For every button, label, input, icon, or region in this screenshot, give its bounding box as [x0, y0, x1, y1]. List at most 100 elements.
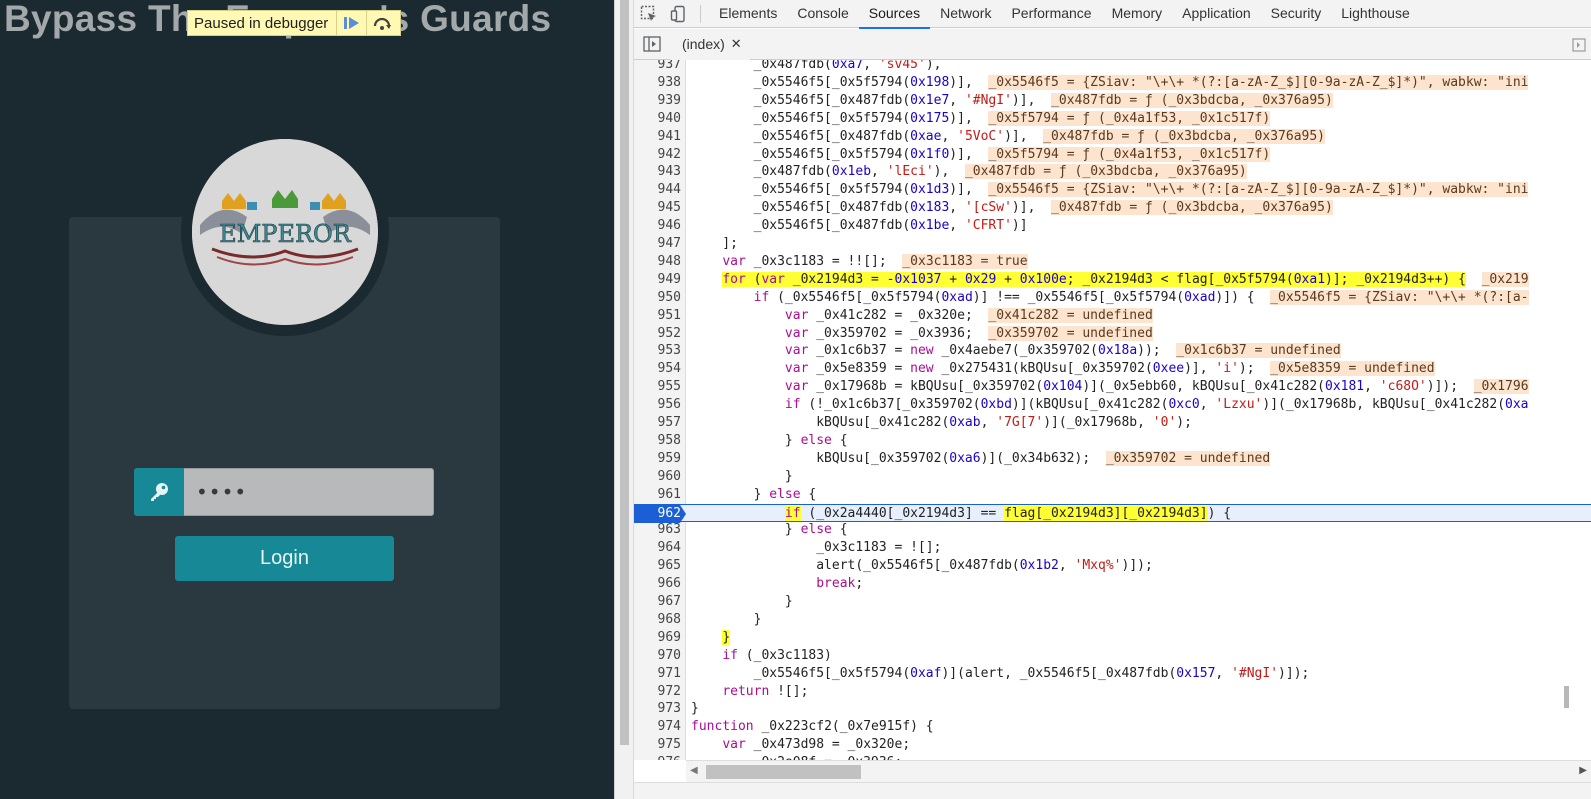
password-input[interactable]: ••••: [184, 468, 434, 516]
line-number[interactable]: 943: [634, 163, 681, 181]
line-number[interactable]: 956: [634, 396, 681, 414]
tab-application[interactable]: Application: [1172, 0, 1261, 28]
code-text: }: [691, 594, 793, 609]
line-number[interactable]: 968: [634, 611, 681, 629]
line-number[interactable]: 962: [634, 505, 681, 523]
code-editor[interactable]: 937 _0x487fdb(0xa7, 'sv45'), 938 _0x5546f…: [634, 60, 1591, 760]
code-vertical-scrollbar-thumb[interactable]: [1564, 686, 1569, 708]
step-over-icon: [373, 17, 391, 30]
code-line: 972 return ![];: [634, 683, 1591, 701]
line-number[interactable]: 963: [634, 521, 681, 539]
code-line: 953 var _0x1c6b37 = new _0x4aebe7(_0x359…: [634, 342, 1591, 360]
tab-security[interactable]: Security: [1261, 0, 1332, 28]
code-line: 961 } else {: [634, 486, 1591, 504]
toggle-debugger-button[interactable]: [1567, 31, 1591, 59]
line-number[interactable]: 966: [634, 575, 681, 593]
code-text: function _0x223cf2(_0x7e915f) {: [691, 719, 934, 735]
line-number[interactable]: 939: [634, 92, 681, 110]
code-line: 940 _0x5546f5[_0x5f5794(0x175)], _0x5f57…: [634, 110, 1591, 128]
code-text: if (_0x2a4440[_0x2194d3] == flag[_0x2194…: [784, 505, 1232, 521]
line-number[interactable]: 938: [634, 74, 681, 92]
line-number[interactable]: 970: [634, 647, 681, 665]
scroll-right-arrow-icon[interactable]: ▶: [1579, 765, 1587, 776]
line-number[interactable]: 945: [634, 199, 681, 217]
line-number[interactable]: 976: [634, 754, 681, 760]
line-number[interactable]: 949: [634, 271, 681, 289]
code-text: ];: [691, 236, 738, 251]
tab-performance[interactable]: Performance: [1001, 0, 1101, 28]
code-line: 951 var _0x41c282 = _0x320e; _0x41c282 =…: [634, 307, 1591, 325]
file-tab-index[interactable]: (index) ✕: [670, 28, 750, 60]
code-text: _0x5546f5[_0x5f5794(0x175)], _0x5f5794 =…: [691, 110, 1271, 126]
code-horizontal-scrollbar[interactable]: ◀ ▶: [686, 760, 1591, 782]
line-number[interactable]: 941: [634, 128, 681, 146]
line-number[interactable]: 952: [634, 325, 681, 343]
line-number[interactable]: 957: [634, 414, 681, 432]
inspect-element-button[interactable]: [634, 0, 664, 28]
line-number[interactable]: 960: [634, 468, 681, 486]
line-number[interactable]: 967: [634, 593, 681, 611]
paused-label: Paused in debugger: [194, 14, 329, 32]
line-number[interactable]: 958: [634, 432, 681, 450]
page-scrollbar[interactable]: [614, 0, 634, 799]
code-text: _0x487fdb(0x1eb, 'lEci'), _0x487fdb = ƒ …: [691, 164, 1247, 180]
line-number[interactable]: 947: [634, 235, 681, 253]
code-text: var _0x3c1183 = !![]; _0x3c1183 = true: [722, 253, 1028, 269]
code-line: 960 }: [634, 468, 1591, 486]
line-number[interactable]: 942: [634, 146, 681, 164]
code-text: var _0x359702 = _0x3936; _0x359702 = und…: [784, 325, 1153, 341]
line-number[interactable]: 948: [634, 253, 681, 271]
code-horizontal-scrollbar-thumb[interactable]: [706, 765, 861, 779]
code-line: 949 for (var _0x2194d3 = -0x1037 + 0x29 …: [634, 271, 1591, 289]
toggle-navigator-button[interactable]: [634, 30, 670, 58]
tab-network[interactable]: Network: [930, 0, 1001, 28]
sidebar-toggle-right-icon: [1572, 38, 1586, 52]
line-number[interactable]: 969: [634, 629, 681, 647]
tab-memory[interactable]: Memory: [1102, 0, 1173, 28]
line-number[interactable]: 944: [634, 181, 681, 199]
devtools-panel: Elements Console Sources Network Perform…: [634, 0, 1591, 799]
line-number[interactable]: 950: [634, 289, 681, 307]
line-number[interactable]: 940: [634, 110, 681, 128]
close-icon[interactable]: ✕: [731, 37, 742, 52]
line-number[interactable]: 937: [634, 60, 681, 74]
line-number[interactable]: 974: [634, 718, 681, 736]
code-text: _0x5546f5[_0x5f5794(0x198)], _0x5546f5 =…: [691, 74, 1529, 90]
tab-sources[interactable]: Sources: [858, 0, 931, 29]
line-number[interactable]: 972: [634, 683, 681, 701]
line-number[interactable]: 975: [634, 736, 681, 754]
line-number[interactable]: 951: [634, 307, 681, 325]
resume-button[interactable]: [336, 10, 366, 36]
code-text: _0x3c1183 = ![];: [691, 540, 942, 556]
line-number[interactable]: 955: [634, 378, 681, 396]
code-text: alert(_0x5546f5[_0x487fdb(0x1b2, 'Mxq%')…: [691, 558, 1153, 574]
emperor-logo: EMPEROR: [192, 139, 378, 325]
line-number[interactable]: 946: [634, 217, 681, 235]
tab-lighthouse[interactable]: Lighthouse: [1331, 0, 1420, 28]
sources-file-bar: (index) ✕: [634, 28, 1591, 60]
line-number[interactable]: 959: [634, 450, 681, 468]
line-number[interactable]: 961: [634, 486, 681, 504]
device-toolbar-button[interactable]: [664, 0, 694, 28]
scroll-left-arrow-icon[interactable]: ◀: [690, 765, 698, 776]
tab-elements[interactable]: Elements: [709, 0, 787, 28]
line-number[interactable]: 953: [634, 342, 681, 360]
code-text: }: [691, 701, 699, 717]
code-text: _0x5546f5[_0x5f5794(0x1d3)], _0x5546f5 =…: [691, 182, 1529, 198]
line-number[interactable]: 965: [634, 557, 681, 575]
step-over-button[interactable]: [366, 10, 396, 36]
login-button[interactable]: Login: [175, 536, 394, 581]
tab-console[interactable]: Console: [787, 0, 858, 28]
web-page: Bypass The Emperor's Guards Paused in de…: [0, 0, 614, 799]
code-line: 947 ];: [634, 235, 1591, 253]
devtools-toolbar: Elements Console Sources Network Perform…: [634, 0, 1591, 29]
line-number[interactable]: 954: [634, 360, 681, 378]
code-line: 968 }: [634, 611, 1591, 629]
file-tab-label: (index): [682, 36, 725, 52]
line-number[interactable]: 971: [634, 665, 681, 683]
code-line: 944 _0x5546f5[_0x5f5794(0x1d3)], _0x5546…: [634, 181, 1591, 199]
line-number[interactable]: 973: [634, 700, 681, 718]
code-line: 941 _0x5546f5[_0x487fdb(0xae, '5VoC')], …: [634, 128, 1591, 146]
page-scrollbar-thumb[interactable]: [620, 0, 629, 745]
line-number[interactable]: 964: [634, 539, 681, 557]
